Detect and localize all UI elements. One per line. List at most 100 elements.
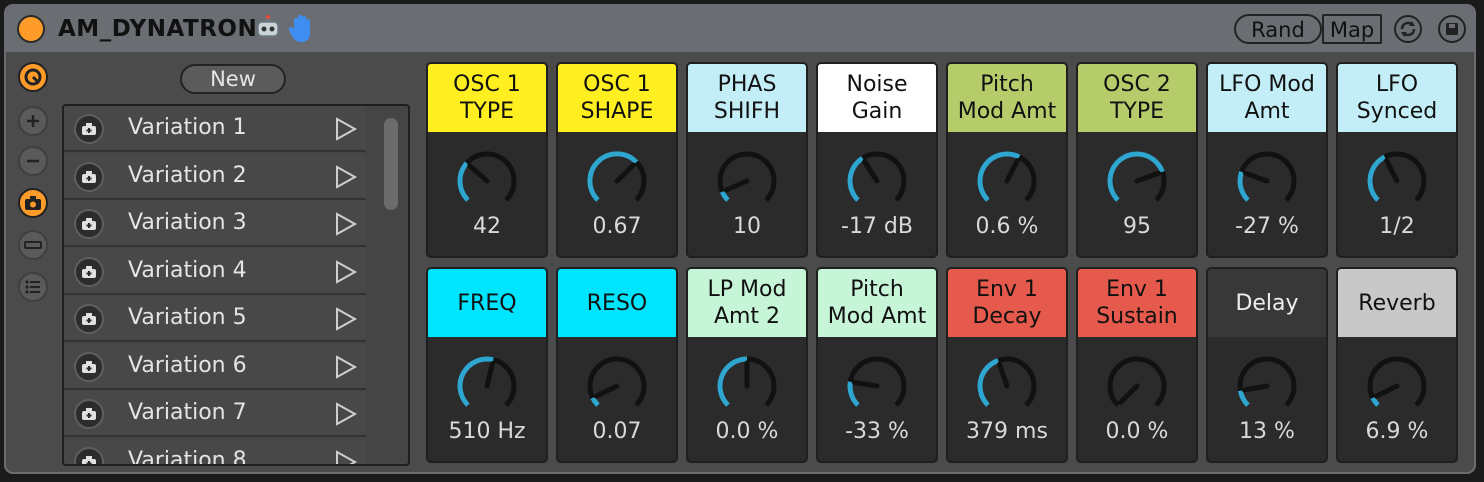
- rand-button[interactable]: Rand: [1234, 14, 1322, 44]
- play-icon[interactable]: [334, 402, 358, 430]
- macro-knob[interactable]: [584, 353, 650, 419]
- variation-row[interactable]: Variation 5: [64, 296, 366, 342]
- map-button[interactable]: Map: [1322, 14, 1382, 44]
- recall-variation-icon[interactable]: [74, 256, 104, 287]
- macro-value: 0.0 %: [715, 419, 779, 444]
- variation-row[interactable]: Variation 7: [64, 391, 366, 437]
- macro-label-text: FREQ: [457, 290, 517, 316]
- macro-label: Delay: [1208, 269, 1326, 337]
- recall-variation-icon[interactable]: [74, 209, 104, 239]
- macro-label: Pitch Mod Amt: [818, 269, 936, 337]
- macro-knob[interactable]: [714, 148, 780, 214]
- macro-label-text: Env 1 Decay: [972, 277, 1042, 329]
- recall-variation-icon[interactable]: [74, 161, 104, 192]
- device-title: AM_DYNATRON: [58, 16, 258, 42]
- macro-knob[interactable]: [1364, 353, 1430, 419]
- macro-control: OSC 1 TYPE 42: [426, 62, 548, 258]
- recall-variation-icon[interactable]: [74, 114, 104, 144]
- macro-value: 10: [733, 214, 761, 239]
- macro-label-text: Delay: [1235, 290, 1299, 316]
- variation-row[interactable]: Variation 1: [64, 106, 366, 152]
- play-icon[interactable]: [334, 354, 358, 383]
- refresh-icon[interactable]: [1394, 15, 1422, 43]
- macro-knob[interactable]: [1234, 353, 1300, 419]
- macro-control: Pitch Mod Amt 0.6 %: [946, 62, 1068, 258]
- macro-label-text: Reverb: [1358, 290, 1436, 316]
- macro-knob[interactable]: [454, 148, 520, 214]
- recall-variation-icon[interactable]: [74, 304, 104, 334]
- macro-control: OSC 2 TYPE 95: [1076, 62, 1198, 258]
- macro-label-text: LFO Synced: [1356, 72, 1438, 124]
- macro-value: 0.07: [592, 419, 642, 444]
- macro-control: Delay 13 %: [1206, 267, 1328, 463]
- macro-knob[interactable]: [1234, 148, 1300, 214]
- macro-label-text: RESO: [586, 290, 648, 316]
- macro-control: Pitch Mod Amt -33 %: [816, 267, 938, 463]
- macro-knob[interactable]: [454, 353, 520, 419]
- play-icon[interactable]: [334, 259, 358, 288]
- add-icon[interactable]: [18, 106, 48, 136]
- macro-knob[interactable]: [844, 353, 910, 419]
- variation-label: Variation 8: [128, 447, 247, 466]
- macro-knob[interactable]: [974, 353, 1040, 419]
- macro-label: Noise Gain: [818, 64, 936, 132]
- macro-knob[interactable]: [844, 148, 910, 214]
- macro-label: OSC 1 TYPE: [428, 64, 546, 132]
- variation-label: Variation 4: [128, 257, 247, 283]
- macro-label-text: Pitch Mod Amt: [957, 72, 1057, 124]
- macro-label-text: LP Mod Amt 2: [707, 277, 787, 329]
- variation-label: Variation 6: [128, 352, 247, 378]
- macro-value: -33 %: [845, 419, 909, 444]
- macro-knob[interactable]: [974, 148, 1040, 214]
- play-icon[interactable]: [334, 117, 358, 145]
- macro-value: 0.67: [592, 214, 642, 239]
- remove-icon[interactable]: [18, 146, 48, 176]
- variation-label: Variation 7: [128, 400, 247, 425]
- play-icon[interactable]: [334, 212, 358, 240]
- macro-knob[interactable]: [1364, 148, 1430, 214]
- macro-label-text: OSC 2 TYPE: [1103, 72, 1171, 124]
- minus-bar-icon[interactable]: [18, 230, 48, 260]
- variation-row[interactable]: Variation 3: [64, 201, 366, 247]
- macro-control: LP Mod Amt 2 0.0 %: [686, 267, 808, 463]
- macro-value: 0.6 %: [975, 214, 1039, 239]
- variation-row[interactable]: Variation 2: [64, 153, 366, 200]
- macro-value: 1/2: [1379, 214, 1415, 239]
- macro-label: FREQ: [428, 269, 546, 337]
- device-panel: AM_DYNATRON Rand Map New Variation 1 Var…: [4, 4, 1476, 474]
- macro-label-text: Pitch Mod Amt: [827, 277, 927, 329]
- macro-label: OSC 2 TYPE: [1078, 64, 1196, 132]
- macro-logo-icon[interactable]: [18, 62, 48, 92]
- save-icon[interactable]: [1438, 15, 1466, 43]
- play-icon[interactable]: [334, 449, 358, 464]
- new-variation-button[interactable]: New: [180, 64, 286, 94]
- variation-row[interactable]: Variation 6: [64, 343, 366, 390]
- macro-knob[interactable]: [1104, 353, 1170, 419]
- recall-variation-icon[interactable]: [74, 446, 104, 464]
- macro-value: 379 ms: [966, 419, 1048, 444]
- macro-knob[interactable]: [714, 353, 780, 419]
- macro-label: RESO: [558, 269, 676, 337]
- macro-value: 510 Hz: [448, 419, 526, 444]
- list-icon[interactable]: [18, 272, 48, 302]
- macro-label: Env 1 Sustain: [1078, 269, 1196, 337]
- macro-control: RESO 0.07: [556, 267, 678, 463]
- variation-row[interactable]: Variation 8: [64, 438, 366, 466]
- recall-variation-icon[interactable]: [74, 399, 104, 429]
- variation-row[interactable]: Variation 4: [64, 248, 366, 295]
- play-icon[interactable]: [334, 307, 358, 335]
- macro-control: Env 1 Sustain 0.0 %: [1076, 267, 1198, 463]
- macro-value: 6.9 %: [1365, 419, 1429, 444]
- variation-scrollbar[interactable]: [384, 118, 398, 210]
- recall-variation-icon[interactable]: [74, 351, 104, 382]
- macro-label: Env 1 Decay: [948, 269, 1066, 337]
- camera-icon[interactable]: [18, 188, 48, 218]
- device-power-button[interactable]: [17, 15, 45, 43]
- play-icon[interactable]: [334, 164, 358, 193]
- macro-control: Reverb 6.9 %: [1336, 267, 1458, 463]
- macro-knob[interactable]: [584, 148, 650, 214]
- macro-knob[interactable]: [1104, 148, 1170, 214]
- macro-label: Pitch Mod Amt: [948, 64, 1066, 132]
- macro-label-text: Env 1 Sustain: [1096, 277, 1178, 329]
- macro-control: Noise Gain -17 dB: [816, 62, 938, 258]
